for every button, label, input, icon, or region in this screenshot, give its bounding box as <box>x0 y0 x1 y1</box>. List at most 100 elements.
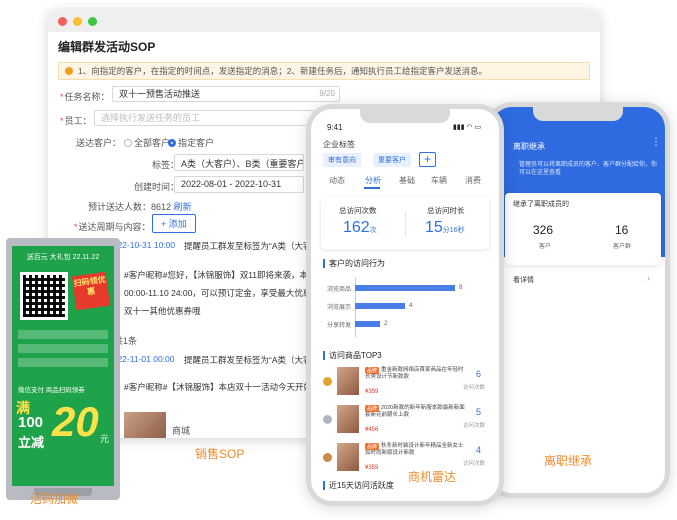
product-title: 2020新款的新年新服本款最新新面套新花前朝长上款 <box>365 405 465 418</box>
char-count: 9/20 <box>319 89 335 98</box>
phone-radar: 9:41 ▮▮▮ ◠ ▭ 企业标签 审有意向 重要客户 + 动态 分析 基础 车… <box>306 104 504 506</box>
refresh-link[interactable]: 刷新 <box>174 202 192 212</box>
poster-ribbon: 扫码领优惠 <box>71 271 111 311</box>
tag-chip[interactable]: 审有意向 <box>323 153 361 167</box>
tab-underline <box>364 187 380 189</box>
target-label: 送达客户： <box>76 138 122 148</box>
maximize-dot-icon[interactable] <box>88 16 97 26</box>
phone-resignation: 离职继承 ⋮ 管理员可以将离职成员的客户、客户群分配给你，你可以在这里查看 继承… <box>486 102 670 498</box>
chevron-right-icon[interactable]: › <box>647 273 650 283</box>
msg1-line2: 00:00-11.10 24:00，可以预订定金，享受最大优惠 <box>124 288 312 298</box>
add-button[interactable]: + 添加 <box>152 214 196 233</box>
visit-count: 5 <box>475 407 481 417</box>
tag-chip[interactable]: 重要客户 <box>373 153 411 167</box>
product-badge: 品牌 <box>365 367 380 374</box>
bar-label: 浏览展示 <box>327 305 352 311</box>
poster-line <box>18 330 108 339</box>
visit-count: 4 <box>475 445 481 455</box>
visits-value: 162次 <box>343 219 377 236</box>
tab-spending[interactable]: 消费 <box>465 175 481 186</box>
tab-basic[interactable]: 基础 <box>399 175 415 186</box>
product-badge: 品牌 <box>365 405 380 412</box>
card-title: 继承了离职成员的 <box>513 201 569 208</box>
task-name-input[interactable]: 双十一预售活动推送 9/20 <box>112 86 340 102</box>
duration-label: 总访问时长 <box>427 206 465 215</box>
tab-analysis[interactable]: 分析 <box>365 175 381 186</box>
msg1-line3: 双十一其他优惠券哦 <box>124 306 201 316</box>
phone-notch <box>360 109 450 123</box>
add-tag-button[interactable]: + <box>419 152 436 167</box>
product-row[interactable]: 2020新款的新年新服本款最新新面套新花前朝长上款 品牌 ¥456 5 访问次数 <box>323 403 493 439</box>
poster-pay-text: 微信支付 商品扫码领券 <box>18 387 85 394</box>
minimize-dot-icon[interactable] <box>73 16 82 26</box>
period-label: *送达周期与内容： <box>74 222 151 232</box>
view-details-link[interactable]: 看详情 <box>513 275 534 285</box>
customer-count: 326 <box>533 223 554 237</box>
visit-count-label: 访问次数 <box>462 423 485 429</box>
poster-caption: 活码加微 <box>30 492 79 506</box>
poster-lijian: 立减 <box>18 435 45 450</box>
visit-count-label: 访问次数 <box>462 385 485 391</box>
estimate-row: 预计送达人数：8612 刷新 <box>88 202 192 212</box>
tab-activity[interactable]: 动态 <box>329 175 345 186</box>
phone1-caption: 商机雷达 <box>408 470 457 484</box>
tags-select[interactable]: A类（大客户）、B类（重要客户） <box>174 154 304 171</box>
created-time-range[interactable]: 2022-08-01 - 2022-10-31 <box>174 176 304 193</box>
tab-vehicle[interactable]: 车辆 <box>431 175 447 186</box>
product-image <box>337 367 359 395</box>
bar-value: 8 <box>459 284 463 291</box>
notice-bar: 1、向指定的客户，在指定的时间点，发送指定的消息；2、新建任务后，通知执行员工给… <box>58 62 590 80</box>
customer-count-label: 客户 <box>539 244 552 250</box>
medal-icon <box>323 415 332 424</box>
bar <box>355 285 455 291</box>
poster-amount-20: 20 <box>52 398 99 445</box>
more-menu-icon[interactable]: ⋮ <box>651 137 661 148</box>
poster-amount-100: 100 <box>18 414 44 431</box>
bar-value: 2 <box>384 320 388 327</box>
qr-code-icon <box>20 272 68 320</box>
top3-title: 访问商品TOP3 <box>323 351 382 360</box>
status-icons: ▮▮▮ ◠ ▭ <box>453 124 482 131</box>
product-price: ¥359 <box>365 389 379 395</box>
notice-text: 1、向指定的客户，在指定的时间点，发送指定的消息；2、新建任务后，通知执行员工给… <box>78 66 487 76</box>
poster-top-text: 送百元 大礼包 22.11.22 <box>26 254 100 261</box>
stats-card: 总访问次数 162次 总访问时长 15分16秒 <box>321 197 489 249</box>
ph2-info: 管理员可以将离职成员的客户、客户群分配给你，你可以在这里查看 <box>519 162 658 176</box>
page-title: 编辑群发活动SOP <box>58 40 156 54</box>
behavior-title: 客户的访问行为 <box>323 259 385 268</box>
product-thumbnail <box>124 412 166 438</box>
staff-input[interactable]: 选择执行发送任务的员工 <box>94 110 340 126</box>
bar-label: 分享转发 <box>327 323 352 329</box>
tags-title: 企业标签 <box>323 140 355 149</box>
ph2-title: 离职继承 <box>513 142 545 151</box>
divider <box>405 211 406 237</box>
product-title: 重金新款网络店首家商品在年轻时长秀设计节新款款 <box>365 367 464 380</box>
staff-label: *员工： <box>60 116 92 126</box>
radio-specified-customers[interactable]: 指定客户 <box>168 136 214 149</box>
bar-label: 浏览商品 <box>327 287 352 293</box>
close-dot-icon[interactable] <box>58 16 67 26</box>
product-image <box>337 443 359 471</box>
bar <box>355 321 380 327</box>
seq1-text: 提醒员工群发至标签为“A类（大客 <box>184 241 312 251</box>
group-count: 16 <box>615 223 629 237</box>
created-time-label: 创建时间： <box>134 182 180 192</box>
window-titlebar <box>48 10 600 32</box>
task-name-label: *任务名称： <box>60 92 110 102</box>
product-row[interactable]: 重金新款网络店首家商品在年轻时长秀设计节新款款 品牌 ¥359 6 访问次数 <box>323 365 493 401</box>
qr-poster: 送百元 大礼包 22.11.22 扫码领优惠 微信支付 商品扫码领券 满 100… <box>12 246 114 486</box>
visits-label: 总访问次数 <box>339 206 377 215</box>
duration-value: 15分16秒 <box>425 219 465 236</box>
product-badge: 品牌 <box>365 443 380 450</box>
status-time: 9:41 <box>327 123 343 132</box>
estimate-count: 8612 <box>151 202 172 212</box>
info-icon <box>65 67 73 75</box>
phone-notch <box>533 107 623 121</box>
visit-count-label: 访问次数 <box>462 461 485 467</box>
product-price: ¥359 <box>365 465 379 471</box>
poster-line <box>18 344 108 353</box>
phone2-caption: 离职继承 <box>544 454 593 468</box>
seq2-text: 提醒员工群发至标签为“A类（大客 <box>184 355 312 365</box>
bar <box>355 303 405 309</box>
radio-all-customers[interactable]: 全部客户 <box>124 136 170 149</box>
